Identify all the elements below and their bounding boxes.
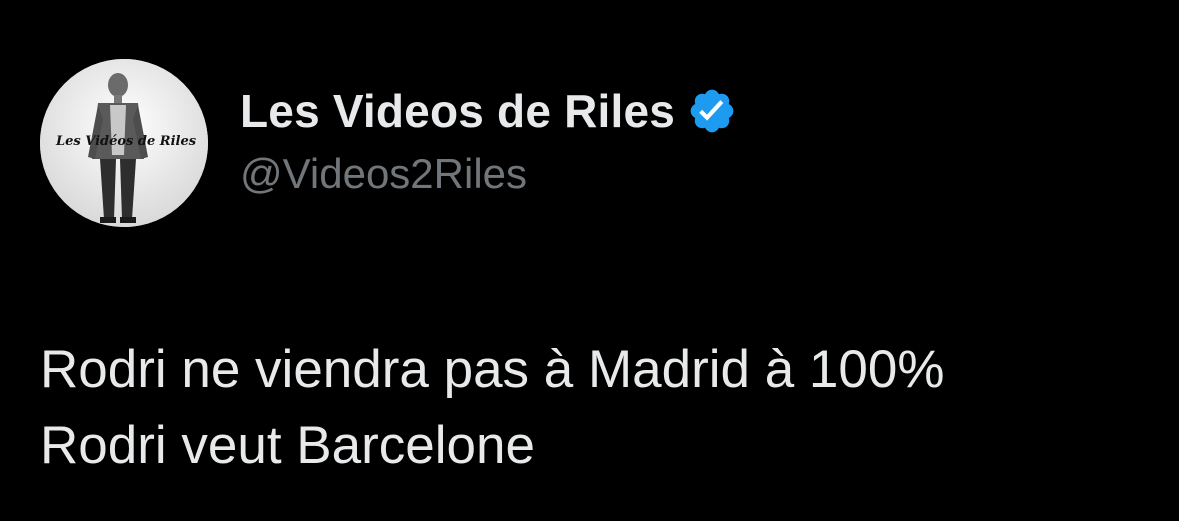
display-name[interactable]: Les Videos de Riles (240, 84, 675, 138)
tweet: Les Vidéos de Riles Les Videos de Riles … (0, 0, 1179, 521)
avatar[interactable]: Les Vidéos de Riles (40, 59, 208, 227)
tweet-text-line: Rodri veut Barcelone (40, 416, 535, 475)
author-header: Les Videos de Riles (240, 78, 737, 144)
tweet-text-line: Rodri ne viendra pas à Madrid à 100% (40, 340, 945, 399)
author-handle[interactable]: @Videos2Riles (240, 150, 527, 198)
avatar-caption: Les Vidéos de Riles (55, 134, 197, 149)
tweet-text: Rodri ne viendra pas à Madrid à 100% Rod… (40, 332, 1160, 484)
verified-badge-icon[interactable] (687, 86, 737, 136)
avatar-image: Les Vidéos de Riles (40, 59, 208, 227)
